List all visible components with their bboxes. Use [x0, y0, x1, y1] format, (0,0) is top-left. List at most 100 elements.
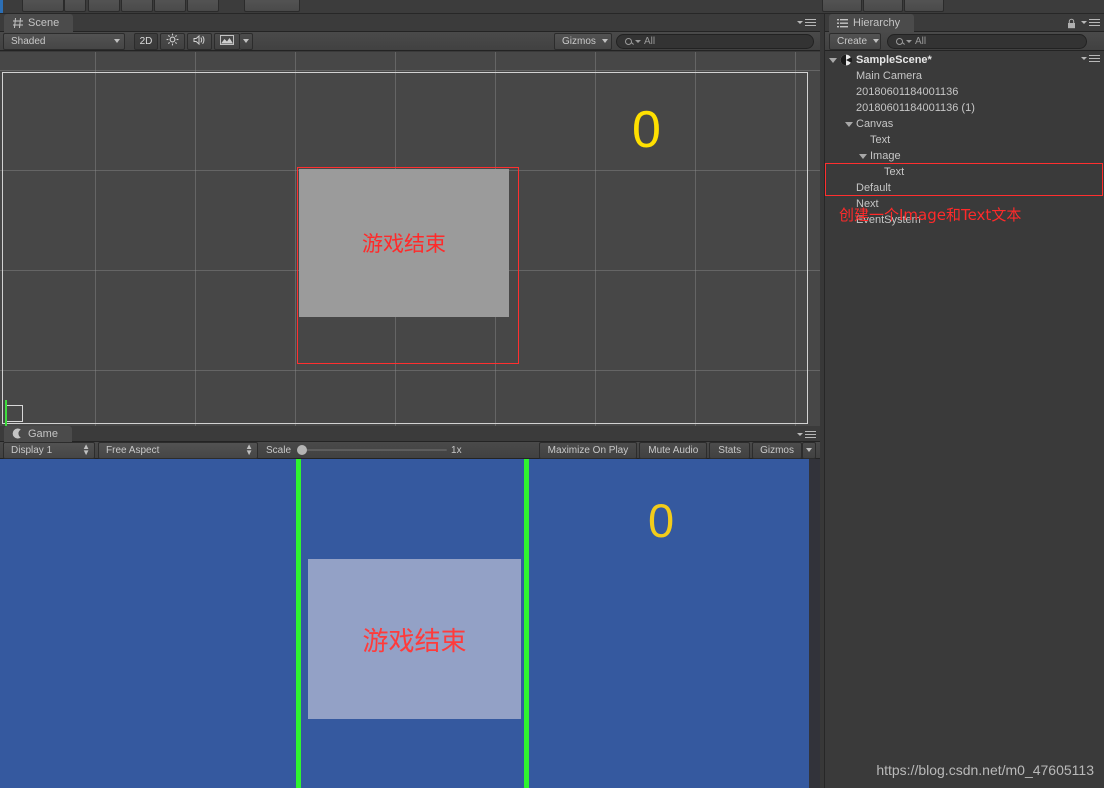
speaker-icon — [193, 34, 206, 49]
hierarchy-root-scene[interactable]: SampleScene* — [825, 52, 1104, 68]
hierarchy-item-label: Text — [870, 134, 891, 146]
menu-icon — [1089, 53, 1100, 64]
pause-button[interactable] — [863, 0, 903, 12]
tool-hand[interactable] — [22, 0, 64, 12]
gizmos-dropdown[interactable]: Gizmos — [554, 32, 612, 50]
draw-mode-dropdown[interactable]: Shaded — [3, 32, 125, 50]
annotation-label: 创建一个Image和Text文本 — [839, 206, 1022, 224]
aspect-dropdown[interactable]: Free Aspect ▲ ▼ — [98, 441, 258, 459]
hierarchy-panel-menu[interactable] — [1081, 17, 1100, 28]
scene-fx-dropdown[interactable] — [240, 32, 253, 50]
hierarchy-item-label: Text — [884, 166, 905, 178]
hierarchy-search-input[interactable]: All — [887, 33, 1087, 49]
chevron-down-icon[interactable] — [859, 153, 867, 159]
hierarchy-item-text[interactable]: Text — [825, 132, 1104, 148]
gizmos-label: Gizmos — [562, 35, 596, 47]
hierarchy-toolbar: Create All — [825, 32, 1104, 51]
scene-viewport[interactable]: 游戏结束 0 — [0, 52, 820, 426]
toggle-scene-audio[interactable] — [187, 32, 212, 50]
game-viewport[interactable]: 游戏结束 0 — [0, 459, 820, 788]
hierarchy-panel: Hierarchy Create All SampleScene* Main C… — [824, 14, 1104, 788]
mute-audio-button[interactable]: Mute Audio — [639, 441, 708, 459]
menu-icon — [805, 429, 816, 440]
game-pipe-left — [296, 459, 301, 788]
tool-rect[interactable] — [187, 0, 219, 12]
display-dropdown[interactable]: Display 1 ▲ ▼ — [3, 441, 95, 459]
search-icon — [625, 37, 632, 45]
hierarchy-item-default[interactable]: Default — [825, 180, 1104, 196]
game-panel-menu[interactable] — [797, 429, 816, 440]
hierarchy-item-main-camera[interactable]: Main Camera — [825, 68, 1104, 84]
chevron-down-icon[interactable] — [829, 57, 837, 63]
hierarchy-item-text[interactable]: Text — [825, 164, 1104, 180]
chevron-down-icon — [635, 39, 641, 43]
scene-small-object-outline — [6, 405, 23, 422]
hierarchy-list-icon — [837, 17, 849, 29]
image-effects-icon — [220, 34, 234, 48]
hierarchy-item-label: Main Camera — [856, 70, 923, 82]
hierarchy-item-20180601184001136-1[interactable]: 20180601184001136 (1) — [825, 100, 1104, 116]
hierarchy-item-label: Canvas — [856, 118, 894, 130]
step-button[interactable] — [904, 0, 944, 12]
tool-rotate[interactable] — [121, 0, 153, 12]
game-game-over-label: 游戏结束 — [362, 626, 467, 657]
game-tabbar: Game — [0, 426, 820, 442]
chevron-down-icon — [873, 39, 880, 43]
hierarchy-item-20180601184001136[interactable]: 20180601184001136 — [825, 84, 1104, 100]
create-label: Create — [837, 35, 868, 47]
maximize-on-play-label: Maximize On Play — [547, 444, 629, 456]
chevron-down-icon[interactable] — [845, 121, 853, 127]
toggle-scene-lighting[interactable] — [160, 32, 185, 50]
chevron-down-icon — [114, 39, 120, 43]
game-letterbox-right — [809, 459, 820, 788]
maximize-on-play-button[interactable]: Maximize On Play — [538, 441, 638, 459]
chevron-down-icon — [797, 21, 803, 24]
game-view-panel: Game Display 1 ▲ ▼ Free Aspect ▲ ▼ Scale 1… — [0, 426, 820, 788]
tab-scene-label: Scene — [28, 17, 60, 29]
aspect-value: Free Aspect — [106, 444, 160, 456]
game-gizmos-dropdown[interactable] — [802, 441, 816, 459]
draw-mode-value: Shaded — [11, 35, 46, 47]
hierarchy-tree[interactable]: SampleScene* Main Camera 2018060118400113… — [825, 52, 1104, 788]
tab-game-label: Game — [28, 428, 58, 440]
scene-grid-icon — [12, 17, 24, 29]
unity-scene-icon — [840, 54, 852, 66]
tool-hand-dropdown[interactable] — [64, 0, 86, 12]
scene-selection-outline — [297, 167, 519, 364]
scale-value: 1x — [451, 444, 462, 456]
game-gizmos-label: Gizmos — [760, 444, 794, 456]
menu-icon — [805, 17, 816, 28]
scale-slider-handle[interactable] — [297, 445, 308, 455]
create-dropdown[interactable]: Create — [829, 32, 881, 50]
pivot-dropdown[interactable] — [244, 0, 300, 12]
scene-fx-button[interactable] — [214, 32, 240, 50]
scene-view-panel: Scene Shaded 2D Gizmos All 游戏结束 0 — [0, 14, 820, 426]
toggle-2d[interactable]: 2D — [134, 32, 158, 50]
tab-hierarchy[interactable]: Hierarchy — [829, 14, 915, 32]
hierarchy-search-value: All — [915, 35, 927, 47]
play-button[interactable] — [822, 0, 862, 12]
hierarchy-item-label: Image — [870, 150, 901, 162]
stats-button[interactable]: Stats — [709, 441, 751, 459]
updown-icon: ▲ ▼ — [82, 442, 90, 457]
scene-context-menu[interactable] — [1081, 53, 1100, 64]
application-toolbar — [0, 0, 1104, 14]
tab-game[interactable]: Game — [4, 426, 72, 442]
scene-panel-menu[interactable] — [797, 17, 816, 28]
lock-icon[interactable] — [1067, 16, 1076, 29]
chevron-down-icon — [1081, 57, 1087, 60]
chevron-down-icon — [797, 433, 803, 436]
scale-slider[interactable] — [297, 444, 448, 456]
tool-move[interactable] — [88, 0, 120, 12]
tool-scale[interactable] — [154, 0, 186, 12]
sun-icon — [166, 33, 179, 49]
game-image-object: 游戏结束 — [308, 559, 521, 719]
hierarchy-item-canvas[interactable]: Canvas — [825, 116, 1104, 132]
scene-search-input[interactable]: All — [616, 33, 814, 49]
game-score-label: 0 — [648, 494, 675, 547]
game-gizmos-button[interactable]: Gizmos — [752, 441, 802, 459]
tab-scene[interactable]: Scene — [4, 14, 74, 32]
hierarchy-item-image[interactable]: Image — [825, 148, 1104, 164]
chevron-down-icon — [806, 448, 812, 452]
scale-label: Scale — [266, 444, 292, 456]
